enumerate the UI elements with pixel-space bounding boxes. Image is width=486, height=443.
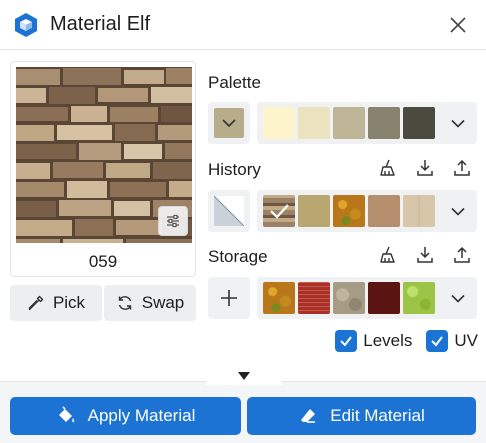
- history-dropdown[interactable]: [445, 198, 471, 224]
- storage-swatch-strip: [257, 277, 477, 319]
- palette-dropdown[interactable]: [445, 110, 471, 136]
- edit-material-label: Edit Material: [330, 406, 425, 425]
- chevron-down-icon: [451, 294, 465, 303]
- history-swatch-stone[interactable]: [263, 195, 295, 227]
- no-material-icon: [214, 196, 244, 226]
- palette-swatch[interactable]: [368, 107, 400, 139]
- swap-label: Swap: [141, 293, 185, 312]
- material-name: 059: [88, 252, 118, 271]
- download-icon[interactable]: [415, 158, 435, 178]
- pick-button[interactable]: Pick: [10, 285, 102, 321]
- palette-swatch-strip: [257, 102, 477, 144]
- caret-down-icon[interactable]: [238, 372, 250, 380]
- uv-checkbox[interactable]: [426, 330, 449, 352]
- palette-label: Palette: [208, 73, 261, 92]
- storage-swatch-brick[interactable]: [298, 282, 330, 314]
- app-logo-icon: [15, 13, 37, 37]
- history-swatch[interactable]: [368, 195, 400, 227]
- upload-icon[interactable]: [452, 158, 472, 178]
- palette-swatch[interactable]: [403, 107, 435, 139]
- swap-button[interactable]: Swap: [104, 285, 196, 321]
- apply-material-button[interactable]: Apply Material: [10, 397, 241, 435]
- palette-swatch[interactable]: [333, 107, 365, 139]
- history-current-box[interactable]: [208, 190, 250, 232]
- palette-current-box[interactable]: [208, 102, 250, 144]
- upload-icon[interactable]: [452, 245, 472, 265]
- storage-swatch-gravel[interactable]: [333, 282, 365, 314]
- chevron-down-icon: [222, 119, 236, 128]
- eraser-icon: [301, 409, 316, 423]
- storage-swatch[interactable]: [368, 282, 400, 314]
- material-elf-window: Material Elf 059 Pick Swap Palette Histo…: [0, 0, 486, 443]
- broom-icon[interactable]: [378, 158, 398, 178]
- check-icon: [270, 204, 289, 219]
- edit-material-button[interactable]: Edit Material: [247, 397, 476, 435]
- apply-material-label: Apply Material: [87, 406, 196, 425]
- history-swatch-tiles[interactable]: [403, 195, 435, 227]
- checkmark-icon: [431, 336, 444, 347]
- download-icon[interactable]: [415, 245, 435, 265]
- window-title: Material Elf: [50, 13, 151, 35]
- uv-label: UV: [454, 331, 478, 350]
- close-icon[interactable]: [448, 15, 468, 35]
- storage-swatch-leaves[interactable]: [263, 282, 295, 314]
- history-swatch-strip: [257, 190, 477, 232]
- broom-icon[interactable]: [378, 245, 398, 265]
- pick-label: Pick: [52, 293, 86, 312]
- palette-swatch[interactable]: [298, 107, 330, 139]
- history-swatch[interactable]: [298, 195, 330, 227]
- palette-swatch[interactable]: [263, 107, 295, 139]
- levels-checkbox[interactable]: [335, 330, 358, 352]
- storage-add-button[interactable]: [208, 277, 250, 319]
- title-bar: Material Elf: [0, 0, 486, 50]
- chevron-down-icon: [451, 207, 465, 216]
- levels-label: Levels: [363, 331, 413, 350]
- pick-swap-group: Pick Swap: [10, 285, 196, 321]
- adjust-settings-button[interactable]: [158, 206, 188, 236]
- eyedropper-icon: [28, 295, 44, 311]
- history-label: History: [208, 160, 261, 179]
- paint-bucket-icon: [58, 406, 74, 423]
- storage-swatch-grass[interactable]: [403, 282, 435, 314]
- options-row: Levels UV: [335, 328, 478, 354]
- material-preview-card: 059: [10, 61, 196, 277]
- swap-arrows-icon: [118, 296, 131, 310]
- palette-current-swatch: [214, 108, 244, 138]
- storage-dropdown[interactable]: [445, 285, 471, 311]
- plus-icon: [221, 290, 237, 306]
- storage-label: Storage: [208, 247, 268, 266]
- sliders-icon: [167, 214, 179, 228]
- history-tools: [378, 158, 472, 178]
- storage-tools: [378, 245, 472, 265]
- history-swatch-leaves[interactable]: [333, 195, 365, 227]
- chevron-down-icon: [451, 119, 465, 128]
- checkmark-icon: [340, 336, 353, 347]
